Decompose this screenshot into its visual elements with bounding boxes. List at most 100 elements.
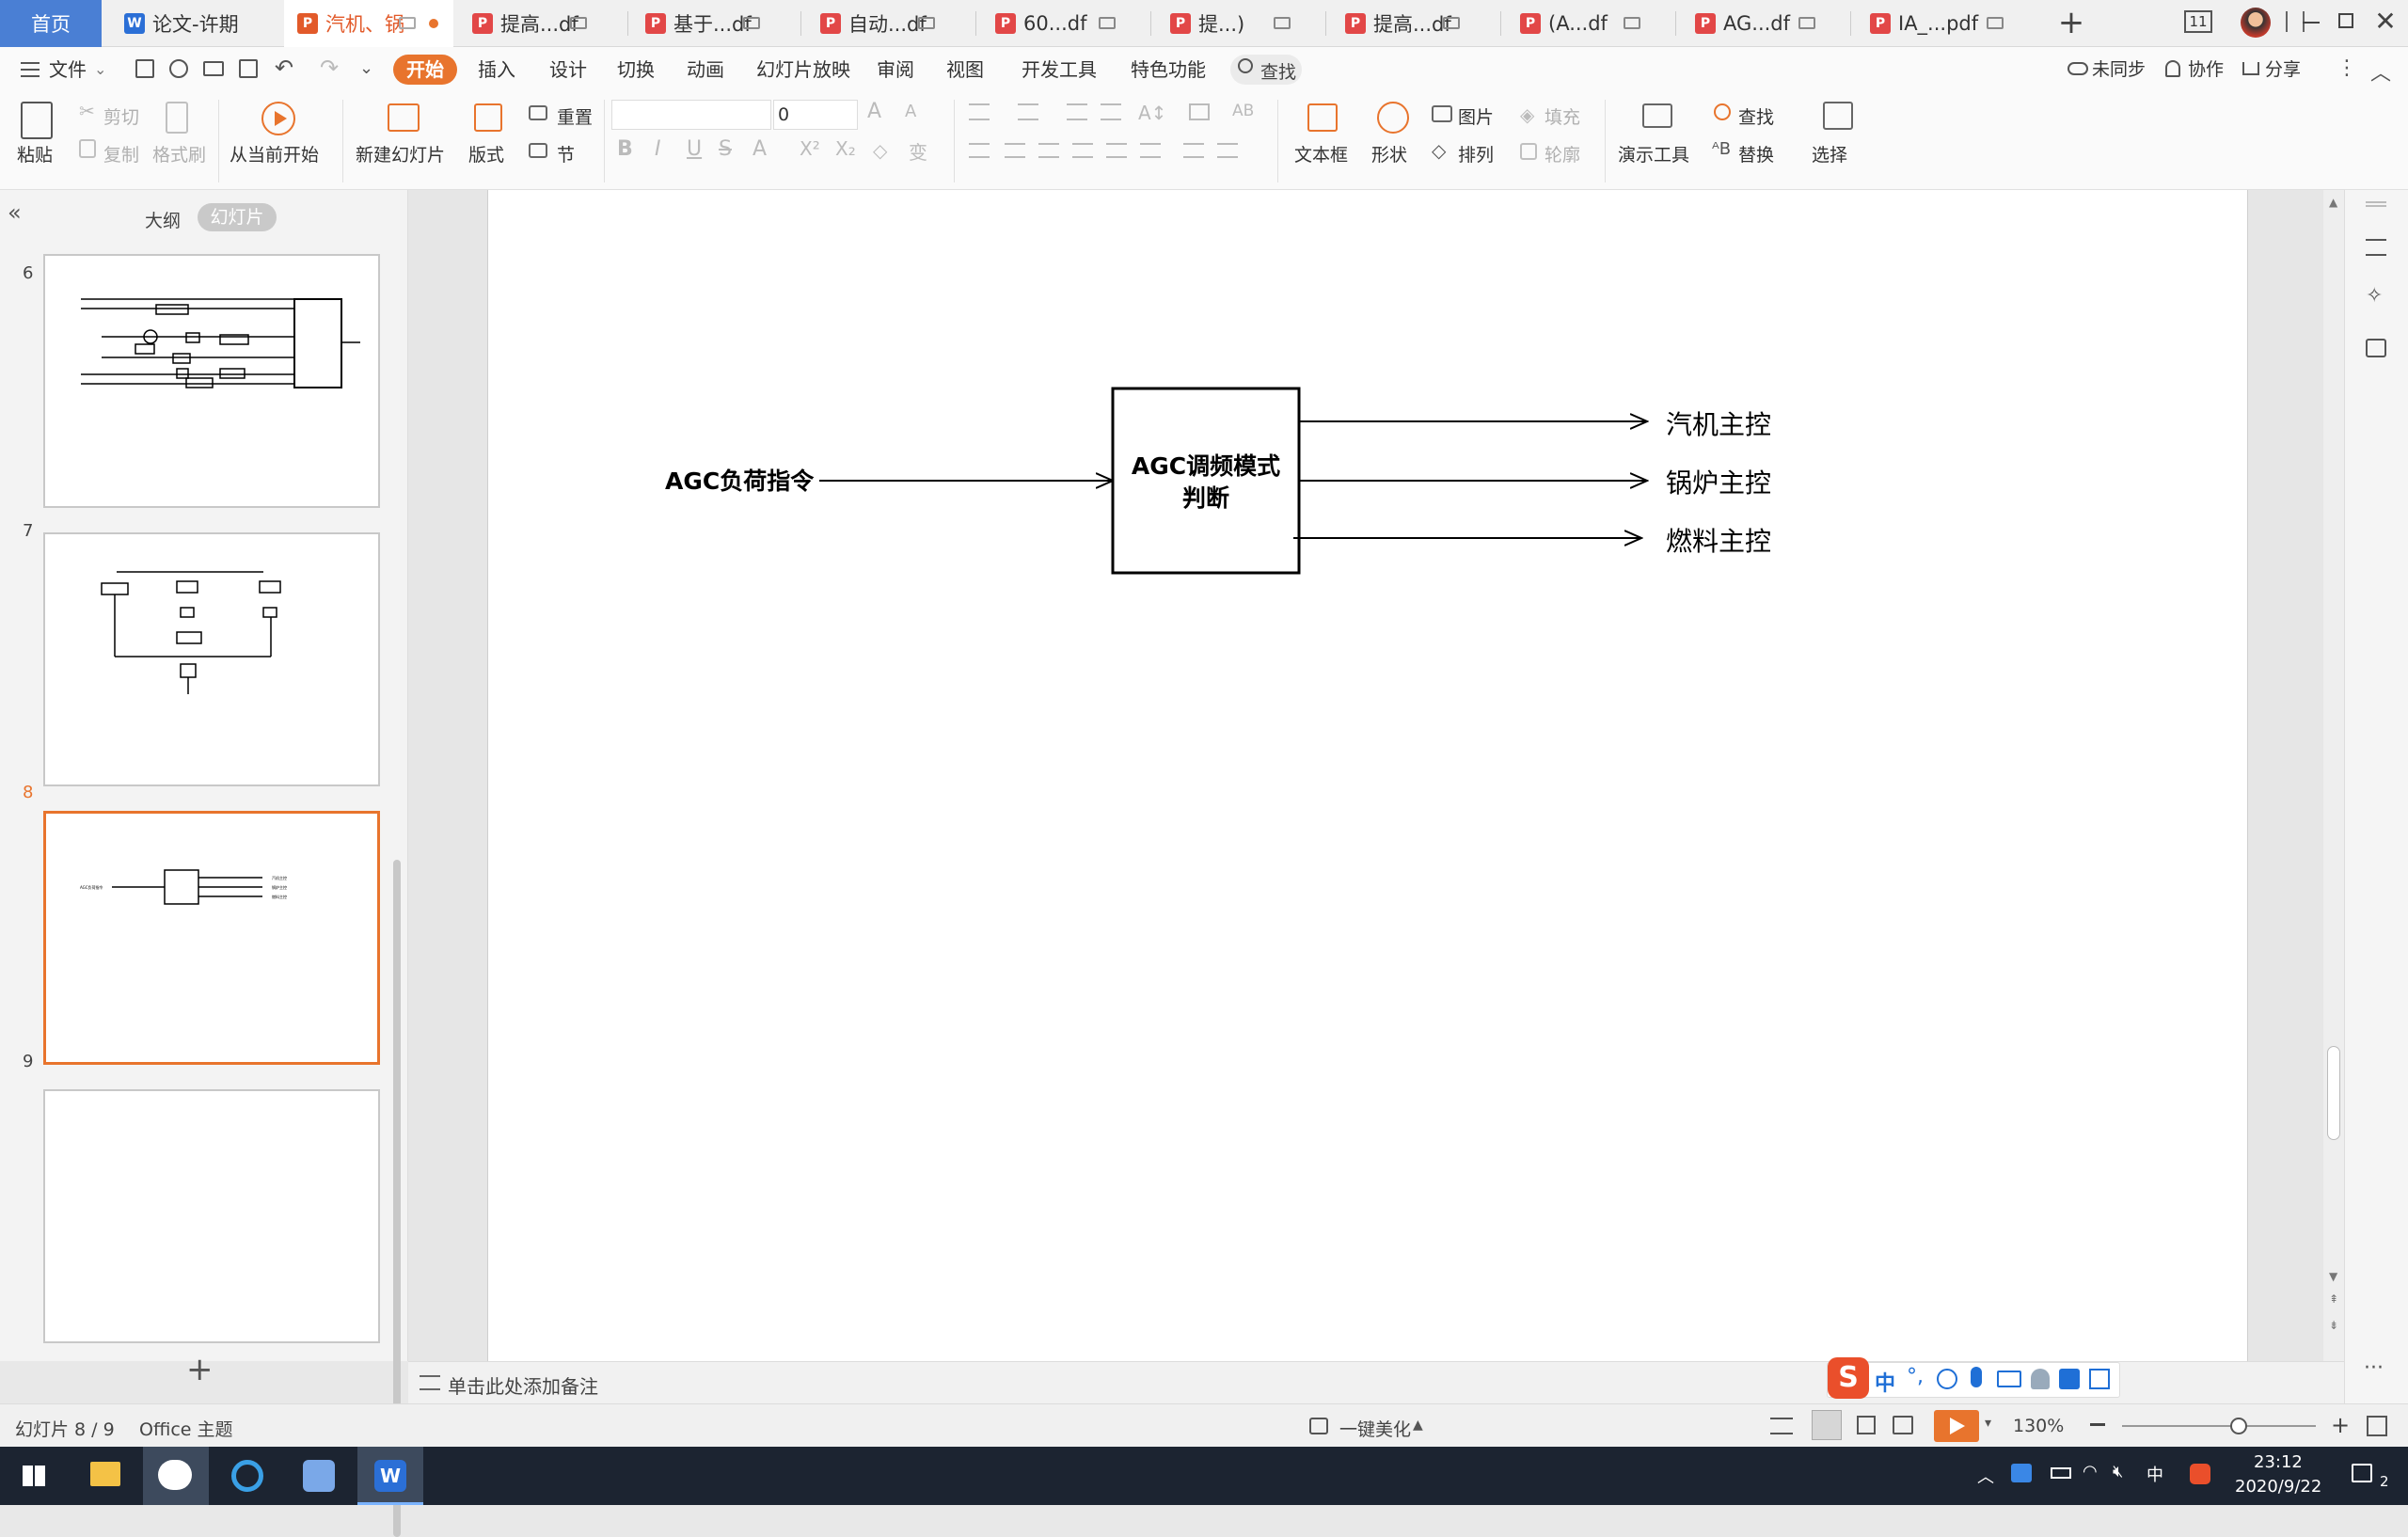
- picture-button[interactable]: 图片: [1458, 103, 1494, 129]
- ime-lang-toggle[interactable]: 中: [1875, 1367, 1895, 1397]
- cut-button[interactable]: 剪切: [103, 103, 139, 129]
- zoom-out-icon[interactable]: [2090, 1423, 2105, 1426]
- tab-document-active[interactable]: P 汽机、锅: [284, 0, 453, 47]
- slide-sorter-icon[interactable]: [1857, 1416, 1876, 1434]
- subscript-icon[interactable]: X₂: [835, 137, 856, 160]
- tab-pdf-3[interactable]: P 自动...df: [807, 0, 976, 47]
- columns-icon[interactable]: [1189, 103, 1210, 120]
- menu-slideshow[interactable]: 幻灯片放映: [756, 47, 850, 92]
- notification-icon[interactable]: [2352, 1464, 2372, 1482]
- skin-icon[interactable]: [2059, 1369, 2080, 1389]
- text-transform-icon[interactable]: 变: [909, 137, 927, 165]
- tab-pdf-7[interactable]: P (A...df: [1507, 0, 1676, 47]
- sogou-tray-icon[interactable]: [2190, 1464, 2210, 1484]
- file-menu[interactable]: 文件: [49, 47, 87, 92]
- bullet-list-icon[interactable]: [969, 103, 990, 120]
- share-button[interactable]: 分享: [2265, 47, 2301, 92]
- increase-indent-icon[interactable]: [1101, 103, 1121, 120]
- justify-icon[interactable]: [1072, 143, 1093, 158]
- user-avatar[interactable]: [2241, 8, 2271, 38]
- search-box[interactable]: 查找: [1230, 55, 1302, 85]
- shape-button[interactable]: 形状: [1371, 141, 1407, 166]
- collapse-ribbon-icon[interactable]: ︿: [2370, 56, 2391, 87]
- menu-developer[interactable]: 开发工具: [1022, 47, 1097, 92]
- tab-document-1[interactable]: W 论文-许期: [111, 0, 278, 47]
- zoom-level[interactable]: 130%: [2013, 1416, 2064, 1436]
- taskbar-wps[interactable]: W: [357, 1447, 423, 1505]
- collapse-panel-icon[interactable]: «: [8, 199, 22, 226]
- presentation-tools-button[interactable]: 演示工具: [1618, 141, 1689, 166]
- spacing-options-icon[interactable]: [1217, 143, 1238, 158]
- block-label-line1[interactable]: AGC调频模式: [1113, 448, 1299, 482]
- tab-pdf-2[interactable]: P 基于...df: [632, 0, 801, 47]
- align-right-icon[interactable]: [1038, 143, 1059, 158]
- vertical-scrollbar[interactable]: ▲ ▼ ⇞ ⇟: [2323, 190, 2344, 1361]
- tab-outline[interactable]: 大纲: [145, 207, 181, 232]
- paragraph-spacing-icon[interactable]: [1183, 143, 1204, 158]
- reset-button[interactable]: 重置: [557, 103, 593, 129]
- user-icon[interactable]: [2031, 1369, 2050, 1389]
- print-preview-icon[interactable]: [239, 59, 258, 78]
- minimize-button[interactable]: [2295, 0, 2296, 1]
- clock-time[interactable]: 23:12: [2254, 1452, 2303, 1472]
- tray-app-icon[interactable]: [2011, 1464, 2032, 1482]
- customize-icon[interactable]: ⌄: [359, 58, 373, 78]
- keyboard-icon[interactable]: [1997, 1371, 2021, 1387]
- backup-icon[interactable]: [2366, 339, 2386, 357]
- font-grow-icon[interactable]: A: [867, 100, 881, 123]
- input-label[interactable]: AGC负荷指令: [665, 463, 814, 497]
- normal-view-icon[interactable]: [1812, 1410, 1842, 1440]
- print-icon[interactable]: [203, 61, 224, 76]
- wifi-icon[interactable]: ◠: [2083, 1462, 2098, 1482]
- tab-pdf-8[interactable]: P AG...df: [1682, 0, 1851, 47]
- new-slide-button[interactable]: 新建幻灯片: [356, 141, 445, 166]
- align-left-icon[interactable]: [969, 143, 990, 158]
- menu-features[interactable]: 特色功能: [1131, 47, 1206, 92]
- prev-slide-icon[interactable]: ⇞: [2329, 1292, 2338, 1306]
- close-icon[interactable]: ✕: [2374, 6, 2397, 38]
- collab-button[interactable]: 协作: [2188, 47, 2224, 92]
- paste-button[interactable]: 粘贴: [17, 141, 53, 166]
- align-center-icon[interactable]: [1005, 143, 1025, 158]
- bold-icon[interactable]: B: [617, 137, 633, 161]
- tab-pdf-9[interactable]: P IA_...pdf: [1857, 0, 2036, 47]
- italic-icon[interactable]: I: [655, 137, 661, 161]
- replace-button[interactable]: 替换: [1738, 141, 1774, 166]
- taskbar-ie[interactable]: [214, 1447, 280, 1505]
- line-spacing-icon[interactable]: A↕: [1138, 102, 1166, 124]
- notes-toggle-icon[interactable]: [1770, 1418, 1793, 1434]
- save-icon[interactable]: [135, 59, 154, 78]
- more-window-icon[interactable]: [2286, 11, 2305, 32]
- tab-pdf-1[interactable]: P 提高...df: [459, 0, 628, 47]
- block-label-line2[interactable]: 判断: [1113, 480, 1299, 514]
- font-size-select[interactable]: 0: [773, 100, 858, 130]
- undo-icon[interactable]: ↶: [275, 55, 293, 81]
- slide-thumbnail-6[interactable]: [43, 254, 380, 508]
- emoji-icon[interactable]: [1937, 1369, 1957, 1389]
- tray-up-icon[interactable]: ︿: [1977, 1464, 1994, 1488]
- redo-icon[interactable]: ↷: [320, 55, 339, 81]
- reading-view-icon[interactable]: [1893, 1416, 1913, 1434]
- menu-review[interactable]: 审阅: [877, 47, 914, 92]
- font-family-select[interactable]: [611, 100, 771, 130]
- slideshow-options-icon[interactable]: ▾: [1985, 1416, 1991, 1431]
- fit-window-icon[interactable]: [2367, 1416, 2387, 1436]
- tab-pdf-6[interactable]: P 提高...df: [1332, 0, 1501, 47]
- add-slide-button[interactable]: +: [186, 1354, 214, 1386]
- output-label-fuel[interactable]: 燃料主控: [1666, 521, 1771, 559]
- numbered-list-icon[interactable]: [1018, 103, 1038, 120]
- slideshow-play-button[interactable]: [1934, 1410, 1979, 1442]
- punctuation-icon[interactable]: °,: [1907, 1365, 1924, 1388]
- vertical-align-icon[interactable]: [1140, 143, 1161, 158]
- one-click-beautify[interactable]: 一键美化: [1339, 1416, 1411, 1441]
- scroll-down-icon[interactable]: ▼: [2329, 1270, 2337, 1283]
- next-slide-icon[interactable]: ⇟: [2329, 1319, 2338, 1332]
- pin-icon[interactable]: ✧: [2366, 284, 2383, 308]
- clock-date[interactable]: 2020/9/22: [2235, 1477, 2321, 1497]
- menu-view[interactable]: 视图: [946, 47, 984, 92]
- outline-button[interactable]: 轮廓: [1545, 141, 1580, 166]
- textbox-button[interactable]: 文本框: [1294, 141, 1348, 166]
- current-slide[interactable]: AGC负荷指令 AGC调频模式 判断 汽机主控 锅炉主控 燃料主控: [487, 190, 2248, 1361]
- restore-icon[interactable]: [2338, 13, 2353, 28]
- find-button[interactable]: 查找: [1738, 103, 1774, 129]
